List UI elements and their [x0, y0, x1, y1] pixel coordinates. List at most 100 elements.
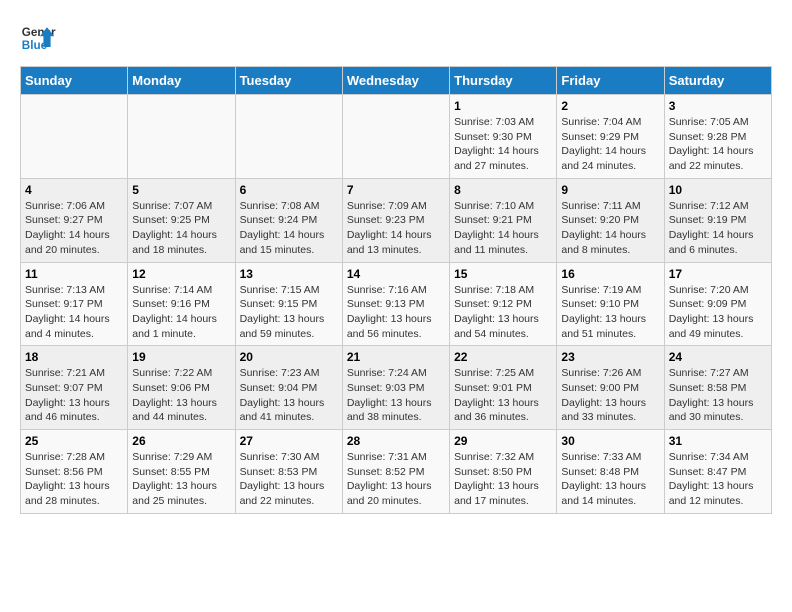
week-row-3: 11 Sunrise: 7:13 AMSunset: 9:17 PMDayligh…	[21, 262, 772, 346]
week-row-1: 1Sunrise: 7:03 AMSunset: 9:30 PMDaylight…	[21, 95, 772, 179]
day-number: 11	[25, 267, 123, 281]
week-row-4: 18 Sunrise: 7:21 AMSunset: 9:07 PMDayligh…	[21, 346, 772, 430]
weekday-header-friday: Friday	[557, 67, 664, 95]
day-info: Sunrise: 7:31 AMSunset: 8:52 PMDaylight:…	[347, 450, 445, 509]
calendar-table: SundayMondayTuesdayWednesdayThursdayFrid…	[20, 66, 772, 514]
day-cell: 27 Sunrise: 7:30 AMSunset: 8:53 PMDayligh…	[235, 430, 342, 514]
day-cell: 22 Sunrise: 7:25 AMSunset: 9:01 PMDayligh…	[450, 346, 557, 430]
day-number: 27	[240, 434, 338, 448]
day-cell: 25Sunrise: 7:28 AMSunset: 8:56 PMDayligh…	[21, 430, 128, 514]
day-info: Sunrise: 7:27 AMSunset: 8:58 PMDaylight:…	[669, 366, 767, 425]
day-info: Sunrise: 7:25 AMSunset: 9:01 PMDaylight:…	[454, 366, 552, 425]
day-number: 4	[25, 183, 123, 197]
day-info: Sunrise: 7:32 AMSunset: 8:50 PMDaylight:…	[454, 450, 552, 509]
day-info: Sunrise: 7:33 AMSunset: 8:48 PMDaylight:…	[561, 450, 659, 509]
day-info: Sunrise: 7:16 AMSunset: 9:13 PMDaylight:…	[347, 283, 445, 342]
day-cell	[21, 95, 128, 179]
day-info: Sunrise: 7:13 AMSunset: 9:17 PMDaylight:…	[25, 283, 123, 342]
day-cell: 17Sunrise: 7:20 AMSunset: 9:09 PMDayligh…	[664, 262, 771, 346]
week-row-2: 4 Sunrise: 7:06 AMSunset: 9:27 PMDaylight…	[21, 178, 772, 262]
week-row-5: 25Sunrise: 7:28 AMSunset: 8:56 PMDayligh…	[21, 430, 772, 514]
day-cell: 26 Sunrise: 7:29 AMSunset: 8:55 PMDayligh…	[128, 430, 235, 514]
day-cell	[128, 95, 235, 179]
day-info: Sunrise: 7:21 AMSunset: 9:07 PMDaylight:…	[25, 366, 123, 425]
day-info: Sunrise: 7:18 AMSunset: 9:12 PMDaylight:…	[454, 283, 552, 342]
day-info: Sunrise: 7:11 AMSunset: 9:20 PMDaylight:…	[561, 199, 659, 258]
day-cell: 28 Sunrise: 7:31 AMSunset: 8:52 PMDayligh…	[342, 430, 449, 514]
weekday-header-thursday: Thursday	[450, 67, 557, 95]
weekday-header-row: SundayMondayTuesdayWednesdayThursdayFrid…	[21, 67, 772, 95]
day-info: Sunrise: 7:29 AMSunset: 8:55 PMDaylight:…	[132, 450, 230, 509]
day-number: 25	[25, 434, 123, 448]
day-number: 2	[561, 99, 659, 113]
day-cell: 7 Sunrise: 7:09 AMSunset: 9:23 PMDaylight…	[342, 178, 449, 262]
day-number: 16	[561, 267, 659, 281]
day-info: Sunrise: 7:23 AMSunset: 9:04 PMDaylight:…	[240, 366, 338, 425]
day-number: 31	[669, 434, 767, 448]
day-cell	[342, 95, 449, 179]
day-info: Sunrise: 7:20 AMSunset: 9:09 PMDaylight:…	[669, 283, 767, 342]
day-number: 26	[132, 434, 230, 448]
day-number: 12	[132, 267, 230, 281]
day-cell: 29 Sunrise: 7:32 AMSunset: 8:50 PMDayligh…	[450, 430, 557, 514]
weekday-header-wednesday: Wednesday	[342, 67, 449, 95]
day-info: Sunrise: 7:26 AMSunset: 9:00 PMDaylight:…	[561, 366, 659, 425]
day-cell: 9 Sunrise: 7:11 AMSunset: 9:20 PMDaylight…	[557, 178, 664, 262]
header: General Blue	[20, 20, 772, 56]
day-cell: 20Sunrise: 7:23 AMSunset: 9:04 PMDayligh…	[235, 346, 342, 430]
day-cell: 18 Sunrise: 7:21 AMSunset: 9:07 PMDayligh…	[21, 346, 128, 430]
day-cell: 23 Sunrise: 7:26 AMSunset: 9:00 PMDayligh…	[557, 346, 664, 430]
day-number: 28	[347, 434, 445, 448]
day-cell: 13 Sunrise: 7:15 AMSunset: 9:15 PMDayligh…	[235, 262, 342, 346]
day-info: Sunrise: 7:04 AMSunset: 9:29 PMDaylight:…	[561, 115, 659, 174]
day-cell: 3 Sunrise: 7:05 AMSunset: 9:28 PMDaylight…	[664, 95, 771, 179]
weekday-header-monday: Monday	[128, 67, 235, 95]
day-cell: 30 Sunrise: 7:33 AMSunset: 8:48 PMDayligh…	[557, 430, 664, 514]
weekday-header-sunday: Sunday	[21, 67, 128, 95]
day-number: 14	[347, 267, 445, 281]
day-info: Sunrise: 7:10 AMSunset: 9:21 PMDaylight:…	[454, 199, 552, 258]
day-info: Sunrise: 7:08 AMSunset: 9:24 PMDaylight:…	[240, 199, 338, 258]
day-info: Sunrise: 7:09 AMSunset: 9:23 PMDaylight:…	[347, 199, 445, 258]
day-number: 13	[240, 267, 338, 281]
day-number: 6	[240, 183, 338, 197]
day-info: Sunrise: 7:14 AMSunset: 9:16 PMDaylight:…	[132, 283, 230, 342]
day-number: 30	[561, 434, 659, 448]
day-cell: 4 Sunrise: 7:06 AMSunset: 9:27 PMDaylight…	[21, 178, 128, 262]
day-cell: 14 Sunrise: 7:16 AMSunset: 9:13 PMDayligh…	[342, 262, 449, 346]
day-number: 3	[669, 99, 767, 113]
day-cell: 10 Sunrise: 7:12 AMSunset: 9:19 PMDayligh…	[664, 178, 771, 262]
day-number: 23	[561, 350, 659, 364]
day-cell: 21Sunrise: 7:24 AMSunset: 9:03 PMDayligh…	[342, 346, 449, 430]
day-info: Sunrise: 7:12 AMSunset: 9:19 PMDaylight:…	[669, 199, 767, 258]
day-number: 29	[454, 434, 552, 448]
day-number: 8	[454, 183, 552, 197]
day-cell: 16Sunrise: 7:19 AMSunset: 9:10 PMDayligh…	[557, 262, 664, 346]
day-number: 5	[132, 183, 230, 197]
day-info: Sunrise: 7:05 AMSunset: 9:28 PMDaylight:…	[669, 115, 767, 174]
day-info: Sunrise: 7:30 AMSunset: 8:53 PMDaylight:…	[240, 450, 338, 509]
day-number: 24	[669, 350, 767, 364]
day-info: Sunrise: 7:15 AMSunset: 9:15 PMDaylight:…	[240, 283, 338, 342]
day-number: 21	[347, 350, 445, 364]
day-info: Sunrise: 7:07 AMSunset: 9:25 PMDaylight:…	[132, 199, 230, 258]
day-cell: 12 Sunrise: 7:14 AMSunset: 9:16 PMDayligh…	[128, 262, 235, 346]
day-number: 19	[132, 350, 230, 364]
day-cell: 11 Sunrise: 7:13 AMSunset: 9:17 PMDayligh…	[21, 262, 128, 346]
day-number: 1	[454, 99, 552, 113]
day-cell: 15Sunrise: 7:18 AMSunset: 9:12 PMDayligh…	[450, 262, 557, 346]
day-number: 9	[561, 183, 659, 197]
day-cell: 24 Sunrise: 7:27 AMSunset: 8:58 PMDayligh…	[664, 346, 771, 430]
day-info: Sunrise: 7:22 AMSunset: 9:06 PMDaylight:…	[132, 366, 230, 425]
day-info: Sunrise: 7:06 AMSunset: 9:27 PMDaylight:…	[25, 199, 123, 258]
day-number: 22	[454, 350, 552, 364]
day-cell: 5 Sunrise: 7:07 AMSunset: 9:25 PMDaylight…	[128, 178, 235, 262]
logo: General Blue	[20, 20, 56, 56]
day-number: 18	[25, 350, 123, 364]
day-cell	[235, 95, 342, 179]
day-number: 7	[347, 183, 445, 197]
day-cell: 19 Sunrise: 7:22 AMSunset: 9:06 PMDayligh…	[128, 346, 235, 430]
logo-icon: General Blue	[20, 20, 56, 56]
day-number: 10	[669, 183, 767, 197]
day-info: Sunrise: 7:34 AMSunset: 8:47 PMDaylight:…	[669, 450, 767, 509]
